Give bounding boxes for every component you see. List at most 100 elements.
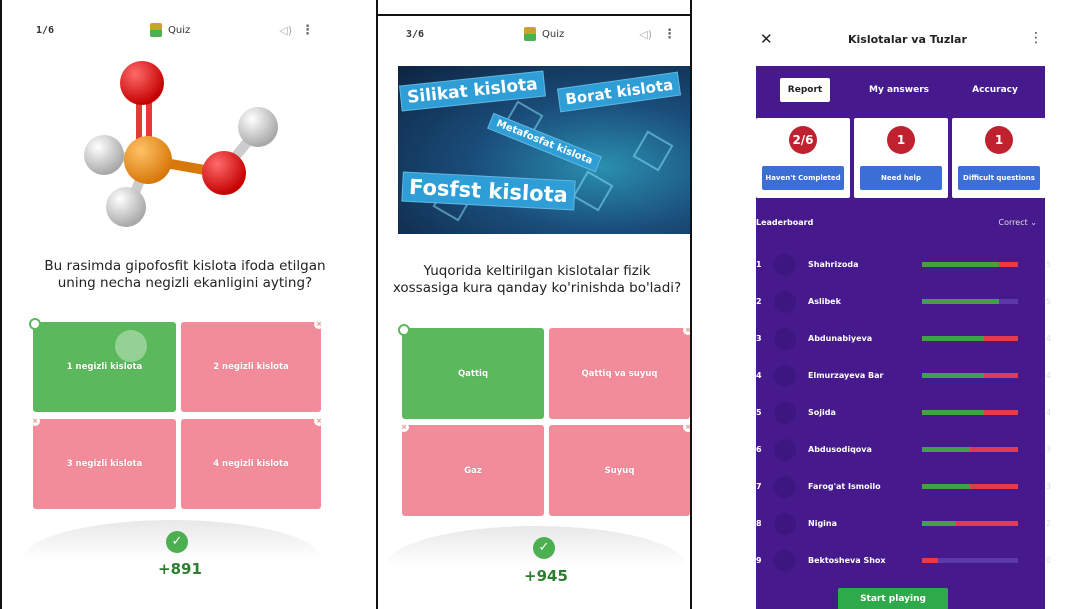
frame-border: [0, 0, 2, 609]
screenshot-collage: 1/6 Quiz ◁) ⋮ Bu rasimda gipofosfit kisl…: [0, 0, 1083, 609]
quiz-header: 1/6 Quiz ◁) ⋮: [0, 16, 362, 44]
correct-mark-icon: [29, 318, 41, 330]
avatar: [774, 402, 796, 424]
answer-option-4[interactable]: × Suyuq: [549, 422, 690, 516]
answer-option-1[interactable]: Qattiq: [398, 324, 544, 419]
avatar: [774, 254, 796, 276]
question-counter: 1/6: [36, 24, 55, 36]
leaderboard-row[interactable]: 9 Bektosheva Shox 0: [756, 544, 1051, 580]
answer-option-3[interactable]: × 3 negizli kislota: [30, 416, 176, 509]
wrong-mark-icon: ×: [683, 422, 690, 432]
wrong-segment: [984, 336, 1018, 341]
summary-cards: 2/6 Haven't Completed 1 Need help 1 Diff…: [756, 118, 1046, 198]
sort-label: Correct: [998, 218, 1028, 227]
leaderboard-row[interactable]: 7 Farog'at Ismoilo 3: [756, 470, 1051, 506]
wrong-mark-icon: ×: [314, 416, 324, 426]
more-icon[interactable]: ⋮: [663, 27, 676, 42]
close-icon[interactable]: ✕: [760, 30, 773, 48]
count-badge: 2/6: [789, 126, 817, 154]
correct-mark-icon: [398, 324, 410, 336]
sound-icon[interactable]: ◁): [279, 24, 292, 37]
leaderboard-row[interactable]: 5 Sojida 4: [756, 396, 1051, 432]
accuracy-bar: [922, 558, 1018, 563]
leaderboard-row[interactable]: 6 Abdusodiqova 3: [756, 433, 1051, 469]
row-score: 0: [1045, 556, 1051, 565]
row-rank: 4: [756, 371, 762, 380]
quiz-icon: [524, 27, 536, 41]
report-title: Kislotalar va Tuzlar: [848, 33, 967, 46]
wrong-segment: [922, 558, 939, 563]
hexagon-decoration: [632, 130, 674, 172]
correct-segment: [922, 410, 985, 415]
avatar: [774, 328, 796, 350]
answer-option-1[interactable]: 1 negizli kislota: [29, 318, 176, 412]
leaderboard-row[interactable]: 2 Aslibek 5: [756, 285, 1051, 321]
sound-icon[interactable]: ◁): [639, 28, 652, 41]
wrong-mark-icon: ×: [30, 416, 40, 426]
accuracy-bar: [922, 484, 1018, 489]
answer-option-label: Qattiq va suyuq: [581, 368, 658, 379]
banner-tag: Metafosfat kislota: [487, 112, 602, 173]
leaderboard-row[interactable]: 3 Abdunabiyeva 4: [756, 322, 1051, 358]
avatar: [774, 476, 796, 498]
answer-option-2[interactable]: × 2 negizli kislota: [181, 319, 324, 412]
avatar: [774, 291, 796, 313]
frame-border: [378, 14, 690, 16]
correct-segment: [922, 484, 970, 489]
start-playing-button[interactable]: Start playing: [838, 588, 948, 609]
row-rank: 8: [756, 519, 762, 528]
answer-option-label: 2 negizli kislota: [213, 362, 289, 372]
card-havent-completed[interactable]: 2/6 Haven't Completed: [756, 118, 850, 198]
more-icon[interactable]: ⋮: [301, 23, 314, 38]
accuracy-bar: [922, 521, 1018, 526]
row-name: Abdusodiqova: [808, 445, 872, 454]
row-rank: 7: [756, 482, 762, 491]
wrong-segment: [984, 410, 1018, 415]
wrong-mark-icon: ×: [399, 422, 409, 432]
row-name: Shahrizoda: [808, 260, 859, 269]
row-name: Sojida: [808, 408, 836, 417]
row-rank: 6: [756, 445, 762, 454]
leaderboard-row[interactable]: 4 Elmurzayeva Bar 4: [756, 359, 1051, 395]
row-score: 3: [1045, 482, 1051, 491]
answer-option-3[interactable]: × Gaz: [399, 422, 544, 516]
accuracy-bar: [922, 410, 1018, 415]
row-rank: 2: [756, 297, 762, 306]
molecule-image: [84, 61, 278, 227]
row-rank: 1: [756, 260, 762, 269]
card-label: Need help: [860, 166, 942, 190]
wrong-segment: [998, 262, 1018, 267]
accuracy-bar: [922, 336, 1018, 341]
answer-option-2[interactable]: × Qattiq va suyuq: [549, 325, 690, 419]
banner-tag: Fosfst kislota: [401, 171, 576, 211]
leaderboard-row[interactable]: 1 Shahrizoda 5: [756, 248, 1051, 284]
tab-accuracy[interactable]: Accuracy: [962, 78, 1028, 102]
answer-option-4[interactable]: × 4 negizli kislota: [181, 416, 324, 509]
card-difficult-questions[interactable]: 1 Difficult questions: [952, 118, 1046, 198]
row-score: 4: [1045, 371, 1051, 380]
banner-tag: Borat kislota: [556, 71, 682, 113]
sort-dropdown[interactable]: Correct ⌄: [999, 218, 1037, 227]
avatar: [774, 439, 796, 461]
correct-segment: [922, 447, 970, 452]
avatar: [774, 513, 796, 535]
tab-my-answers[interactable]: My answers: [864, 78, 934, 102]
leaderboard-row[interactable]: 8 Nigina 2: [756, 507, 1051, 543]
card-label: Haven't Completed: [762, 166, 844, 190]
row-name: Elmurzayeva Bar: [808, 371, 884, 380]
row-name: Farog'at Ismoilo: [808, 482, 881, 491]
row-score: 5: [1045, 297, 1051, 306]
quiz-mode: Quiz: [524, 27, 564, 41]
correct-segment: [922, 373, 985, 378]
more-icon[interactable]: ⋮: [1029, 30, 1043, 46]
answer-option-label: Qattiq: [457, 368, 489, 379]
row-score: 2: [1045, 519, 1051, 528]
accuracy-bar: [922, 262, 1018, 267]
card-need-help[interactable]: 1 Need help: [854, 118, 948, 198]
correct-segment: [922, 336, 985, 341]
report-body: Report My answers Accuracy 2/6 Haven't C…: [756, 66, 1051, 609]
answer-option-label: Gaz: [464, 465, 482, 476]
tab-report[interactable]: Report: [780, 78, 830, 102]
check-icon: ✓: [166, 531, 188, 553]
wrong-segment: [984, 373, 1018, 378]
